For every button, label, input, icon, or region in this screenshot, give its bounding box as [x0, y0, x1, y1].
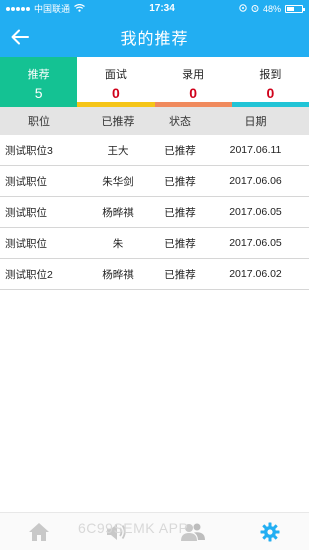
arrow-left-icon: [11, 29, 29, 45]
tab-label: 报到: [259, 69, 282, 81]
table-row[interactable]: 测试职位3 王大 已推荐 2017.06.11: [0, 135, 309, 166]
tab-label: 推荐: [27, 69, 50, 81]
table-header: 职位 已推荐 状态 日期: [0, 107, 309, 135]
tab-count: 0: [189, 85, 198, 101]
column-header-status: 状态: [169, 116, 191, 128]
alarm-icon: [251, 4, 259, 14]
home-icon: [28, 522, 49, 541]
cell-position: 测试职位: [5, 237, 47, 250]
tab-hired[interactable]: 录用 0: [154, 57, 232, 107]
cell-status: 已推荐: [164, 237, 196, 250]
page-title: 我的推荐: [120, 31, 189, 48]
cell-status: 已推荐: [164, 144, 196, 157]
tab-count: 5: [34, 85, 43, 101]
tab-label: 面试: [104, 69, 127, 81]
cell-date: 2017.06.05: [229, 206, 282, 218]
top-bar: 中国联通 17:34 48% 我的推荐: [0, 0, 309, 57]
table-body: 测试职位3 王大 已推荐 2017.06.11 测试职位 朱华剑 已推荐 201…: [0, 135, 309, 290]
app-header: 我的推荐: [0, 17, 309, 57]
clock: 17:34: [149, 3, 175, 14]
cell-status: 已推荐: [164, 268, 196, 281]
cell-person: 朱: [112, 237, 124, 250]
location-icon: [239, 3, 247, 14]
column-header-date: 日期: [244, 116, 267, 128]
table-row[interactable]: 测试职位 朱 已推荐 2017.06.05: [0, 228, 309, 259]
cell-status: 已推荐: [164, 175, 196, 188]
table-row[interactable]: 测试职位 朱华剑 已推荐 2017.06.06: [0, 166, 309, 197]
signal-icon: [6, 6, 30, 11]
status-bar: 中国联通 17:34 48%: [0, 0, 309, 17]
table-row[interactable]: 测试职位 杨晔祺 已推荐 2017.06.05: [0, 197, 309, 228]
cell-position: 测试职位: [5, 175, 47, 188]
wifi-icon: [74, 3, 85, 14]
cell-status: 已推荐: [164, 206, 196, 219]
cell-date: 2017.06.02: [229, 268, 282, 280]
cell-position: 测试职位: [5, 206, 47, 219]
cell-person: 杨晔祺: [102, 268, 134, 281]
cell-person: 朱华剑: [102, 175, 134, 188]
cell-position: 测试职位2: [5, 268, 53, 281]
tab-count: 0: [266, 85, 275, 101]
tab-interview[interactable]: 面试 0: [77, 57, 155, 107]
battery-icon: [284, 4, 305, 13]
summary-tabs: 推荐 5 面试 0 录用 0 报到 0: [0, 57, 309, 107]
cell-person: 王大: [107, 144, 129, 157]
column-header-recommended: 已推荐: [101, 116, 135, 128]
back-button[interactable]: [8, 25, 32, 49]
tab-count: 0: [111, 85, 120, 101]
battery-percent: 48%: [262, 3, 281, 14]
cell-date: 2017.06.11: [229, 144, 282, 156]
nav-settings[interactable]: [250, 517, 290, 547]
tab-recommended[interactable]: 推荐 5: [0, 57, 78, 107]
tab-label: 录用: [182, 69, 205, 81]
column-header-position: 职位: [28, 116, 50, 128]
cell-date: 2017.06.06: [229, 175, 282, 187]
gear-icon: [260, 522, 280, 541]
nav-home[interactable]: [19, 517, 59, 547]
carrier-label: 中国联通: [34, 4, 71, 14]
cell-date: 2017.06.05: [229, 237, 282, 249]
table-row[interactable]: 测试职位2 杨晔祺 已推荐 2017.06.02: [0, 259, 309, 290]
tab-onboarded[interactable]: 报到 0: [231, 57, 309, 107]
watermark: 6C99SEMK APP: [78, 520, 189, 536]
cell-person: 杨晔祺: [102, 206, 134, 219]
cell-position: 测试职位3: [5, 144, 53, 157]
